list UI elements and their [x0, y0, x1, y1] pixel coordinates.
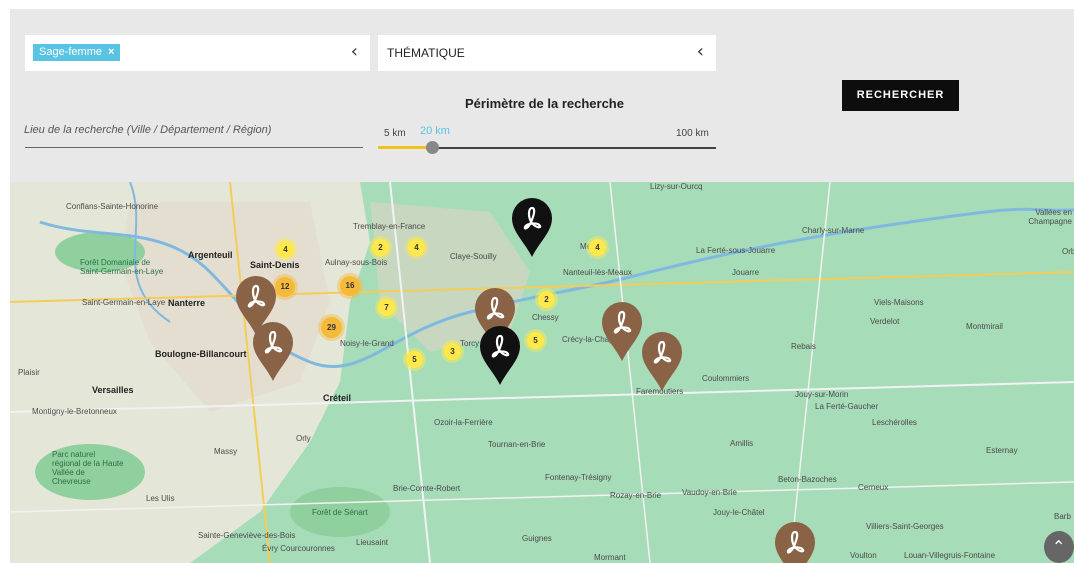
- range-slider-thumb[interactable]: [426, 141, 439, 154]
- profession-tag-label: Sage-femme: [39, 46, 102, 58]
- map-place-label: Montmirail: [966, 322, 1003, 331]
- range-current-value: 20 km: [420, 125, 450, 137]
- map-place-label: Fontenay-Trésigny: [545, 473, 612, 482]
- map-place-label: Villiers-Saint-Georges: [866, 522, 944, 531]
- map-place-label: Ozoir-la-Ferrière: [434, 418, 493, 427]
- scroll-to-top-button[interactable]: ⌃: [1044, 531, 1074, 563]
- chevron-up-icon: ⌃: [1052, 537, 1066, 556]
- map[interactable]: Conflans-Sainte-Honorine Argenteuil Sain…: [10, 182, 1074, 563]
- map-place-label: Forêt de Sénart: [312, 508, 368, 517]
- range-slider-fill: [378, 146, 432, 149]
- map-place-label: Rozay-en-Brie: [610, 491, 662, 500]
- map-place-label: Jouy-le-Châtel: [713, 508, 765, 517]
- practitioner-pin-brown[interactable]: [251, 320, 295, 382]
- map-place-label: Montigny-le-Bretonneux: [32, 407, 117, 416]
- marker-cluster[interactable]: 4: [277, 241, 294, 258]
- range-min-label: 5 km: [384, 128, 406, 139]
- marker-cluster[interactable]: 4: [408, 239, 425, 256]
- practitioner-pin-black[interactable]: [478, 324, 522, 386]
- marker-cluster[interactable]: 12: [275, 277, 295, 297]
- map-place-label: Les Ulis: [146, 494, 175, 503]
- marker-cluster[interactable]: 4: [589, 239, 606, 256]
- map-place-label: Mormant: [594, 553, 626, 562]
- map-place-label: Argenteuil: [188, 250, 233, 260]
- map-place-label: Viels-Maisons: [874, 298, 924, 307]
- map-place-label: Saint-Denis: [250, 260, 300, 270]
- map-place-label: Verdelot: [870, 317, 900, 326]
- marker-cluster[interactable]: 2: [372, 239, 389, 256]
- range-max-label: 100 km: [676, 128, 709, 139]
- marker-cluster[interactable]: 5: [527, 332, 544, 349]
- theme-select[interactable]: THÉMATIQUE ‹: [378, 35, 716, 71]
- map-place-label: Leschérolles: [872, 418, 917, 427]
- map-place-label: Nanteuil-lès-Meaux: [563, 268, 632, 277]
- location-input-underline: [25, 147, 363, 148]
- map-place-label: Sainte-Geneviève-des-Bois: [198, 531, 296, 540]
- map-place-label: Vallées en Champagne: [1028, 208, 1072, 226]
- practitioner-pin-brown[interactable]: [773, 520, 817, 563]
- map-place-label: Coulommiers: [702, 374, 750, 383]
- map-place-label: Plaisir: [18, 368, 40, 377]
- page: Sage-femme × ‹ THÉMATIQUE ‹ Lieu de la re…: [0, 0, 1074, 563]
- map-place-label: Beton-Bazoches: [778, 475, 837, 484]
- map-place-label: Tournan-en-Brie: [488, 440, 546, 449]
- map-place-label: Lizy-sur-Ourcq: [650, 182, 703, 191]
- range-title: Périmètre de la recherche: [465, 96, 624, 111]
- map-place-label: Lieusaint: [356, 538, 389, 547]
- map-place-label: Amillis: [730, 439, 754, 448]
- map-place-label: Brie-Comte-Robert: [393, 484, 461, 493]
- map-place-label: Charly-sur-Marne: [802, 226, 865, 235]
- marker-cluster[interactable]: 16: [340, 276, 360, 296]
- chevron-left-icon[interactable]: ‹: [351, 42, 358, 62]
- map-place-label: Rebais: [791, 342, 816, 351]
- map-place-label: Tremblay-en-France: [353, 222, 426, 231]
- map-place-label: La Ferté-Gaucher: [815, 402, 879, 411]
- map-place-label: Vaudoy-en-Brie: [682, 488, 737, 497]
- map-place-label: Saint-Germain-en-Laye: [82, 298, 166, 307]
- theme-label: THÉMATIQUE: [387, 46, 465, 60]
- map-place-label: La Ferté-sous-Jouarre: [696, 246, 776, 255]
- map-place-label: Orly: [296, 434, 311, 443]
- map-place-label: Noisy-le-Grand: [340, 339, 394, 348]
- map-place-label: Nanterre: [168, 298, 206, 308]
- map-place-label: Créteil: [323, 393, 352, 403]
- map-place-label: Versailles: [92, 385, 134, 395]
- map-place-label: Forêt Domaniale de Saint-Germain-en-Laye: [80, 258, 164, 276]
- practitioner-pin-black[interactable]: [510, 196, 554, 258]
- map-place-label: Voulton: [850, 551, 877, 560]
- map-place-label: Cerneux: [858, 483, 889, 492]
- chevron-left-icon[interactable]: ‹: [697, 42, 704, 62]
- map-place-label: Massy: [214, 447, 238, 456]
- map-place-label: Orb: [1062, 247, 1074, 256]
- marker-cluster[interactable]: 29: [321, 317, 342, 338]
- map-place-label: Évry Courcouronnes: [262, 544, 335, 553]
- map-place-label: Barb: [1054, 512, 1071, 521]
- map-place-label: Aulnay-sous-Bois: [325, 258, 388, 267]
- map-place-label: Esternay: [986, 446, 1018, 455]
- map-place-label: Conflans-Sainte-Honorine: [66, 202, 159, 211]
- map-place-label: Boulogne-Billancourt: [155, 349, 247, 359]
- location-input[interactable]: Lieu de la recherche (Ville / Départemen…: [24, 124, 362, 136]
- practitioner-pin-brown[interactable]: [640, 330, 684, 392]
- map-place-label: Jouarre: [732, 268, 760, 277]
- map-place-label: Guignes: [522, 534, 552, 543]
- map-place-label: Chessy: [532, 313, 559, 322]
- map-place-label: Jouy-sur-Morin: [795, 390, 849, 399]
- marker-cluster[interactable]: 5: [406, 351, 423, 368]
- map-place-label: Parc naturel régional de la Haute Vallée…: [52, 450, 124, 486]
- map-place-label: Louan-Villegruis-Fontaine: [904, 551, 996, 560]
- search-panel: Sage-femme × ‹ THÉMATIQUE ‹ Lieu de la re…: [10, 9, 1074, 182]
- marker-cluster[interactable]: 2: [538, 291, 555, 308]
- practitioner-pin-brown[interactable]: [600, 300, 644, 362]
- profession-tag[interactable]: Sage-femme ×: [33, 44, 121, 61]
- search-button[interactable]: RECHERCHER: [842, 80, 959, 111]
- map-place-label: Claye-Souilly: [450, 252, 497, 261]
- remove-tag-icon[interactable]: ×: [108, 46, 114, 58]
- profession-select[interactable]: Sage-femme × ‹: [25, 35, 370, 71]
- marker-cluster[interactable]: 7: [378, 299, 395, 316]
- marker-cluster[interactable]: 3: [444, 343, 461, 360]
